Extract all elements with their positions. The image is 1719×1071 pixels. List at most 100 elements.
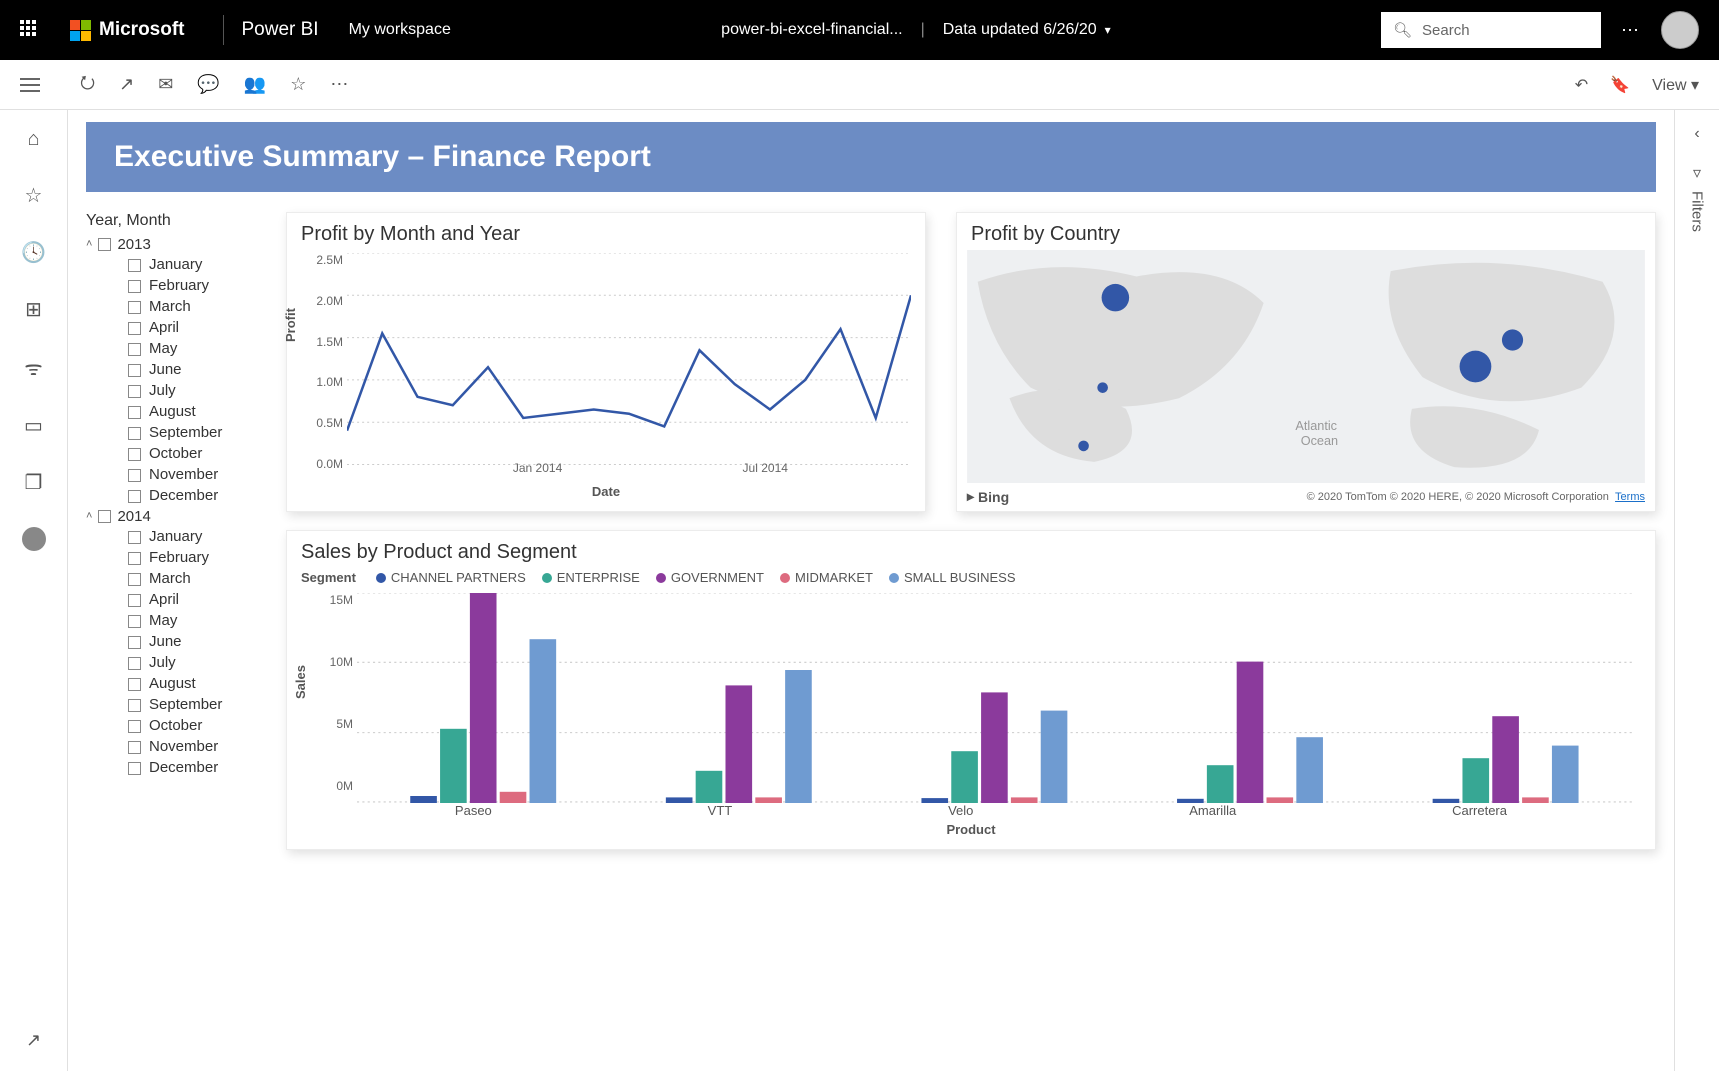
slicer-month[interactable]: January bbox=[128, 527, 271, 547]
month-label: February bbox=[149, 548, 209, 568]
slicer-month[interactable]: October bbox=[128, 444, 271, 464]
slicer-month[interactable]: December bbox=[128, 486, 271, 506]
slicer-month[interactable]: August bbox=[128, 674, 271, 694]
bookmark-icon[interactable]: 🔖 bbox=[1610, 75, 1630, 95]
checkbox[interactable] bbox=[128, 762, 141, 775]
home-icon[interactable]: ⌂ bbox=[27, 128, 39, 151]
share-icon[interactable]: ↗ bbox=[119, 74, 134, 95]
favorites-icon[interactable]: ☆ bbox=[25, 183, 43, 208]
more-icon[interactable]: ⋯ bbox=[330, 74, 348, 95]
slicer-month[interactable]: July bbox=[128, 381, 271, 401]
my-workspace-icon[interactable] bbox=[22, 527, 46, 551]
slicer-month[interactable]: April bbox=[128, 318, 271, 338]
slicer-month[interactable]: February bbox=[128, 548, 271, 568]
legend-item[interactable]: SMALL BUSINESS bbox=[889, 570, 1016, 585]
view-menu[interactable]: View ▾ bbox=[1652, 75, 1699, 95]
slicer-month[interactable]: January bbox=[128, 255, 271, 275]
slicer-month[interactable]: June bbox=[128, 632, 271, 652]
slicer-year[interactable]: ˄2013 bbox=[86, 236, 271, 253]
legend-item[interactable]: CHANNEL PARTNERS bbox=[376, 570, 526, 585]
slicer-month[interactable]: March bbox=[128, 569, 271, 589]
checkbox[interactable] bbox=[128, 490, 141, 503]
slicer-month[interactable]: October bbox=[128, 716, 271, 736]
shared-icon[interactable]: ᯤ bbox=[24, 354, 42, 381]
slicer-month[interactable]: August bbox=[128, 402, 271, 422]
checkbox[interactable] bbox=[128, 552, 141, 565]
checkbox[interactable] bbox=[128, 364, 141, 377]
report-canvas: Executive Summary – Finance Report Year,… bbox=[68, 110, 1674, 1071]
checkbox[interactable] bbox=[128, 448, 141, 461]
workspaces-icon[interactable]: ❐ bbox=[25, 470, 43, 495]
checkbox[interactable] bbox=[128, 699, 141, 712]
sales-by-product-chart[interactable]: Sales by Product and Segment Segment CHA… bbox=[286, 530, 1656, 850]
checkbox[interactable] bbox=[128, 594, 141, 607]
x-tick-label: Paseo bbox=[455, 803, 492, 818]
slicer-month[interactable]: July bbox=[128, 653, 271, 673]
x-axis-label: Date bbox=[287, 484, 925, 499]
month-label: July bbox=[149, 381, 176, 401]
slicer-month[interactable]: March bbox=[128, 297, 271, 317]
apps-icon[interactable]: ⊞ bbox=[25, 297, 42, 322]
date-slicer[interactable]: Year, Month ˄2013JanuaryFebruaryMarchApr… bbox=[86, 212, 271, 850]
checkbox[interactable] bbox=[128, 469, 141, 482]
checkbox[interactable] bbox=[128, 301, 141, 314]
teams-icon[interactable]: 👥 bbox=[244, 74, 266, 95]
profit-by-month-chart[interactable]: Profit by Month and Year Profit 2.5M2.0M… bbox=[286, 212, 926, 512]
product-brand[interactable]: Power BI bbox=[242, 19, 319, 41]
expand-icon[interactable]: ↗ bbox=[26, 1030, 41, 1051]
slicer-month[interactable]: September bbox=[128, 695, 271, 715]
profit-by-country-map[interactable]: Profit by Country Atlantic Ocean bbox=[956, 212, 1656, 512]
legend-item[interactable]: ENTERPRISE bbox=[542, 570, 640, 585]
report-name[interactable]: power-bi-excel-financial... bbox=[721, 21, 902, 39]
data-updated[interactable]: Data updated 6/26/20 ▾ bbox=[943, 21, 1111, 39]
slicer-month[interactable]: September bbox=[128, 423, 271, 443]
checkbox[interactable] bbox=[128, 406, 141, 419]
checkbox[interactable] bbox=[128, 741, 141, 754]
slicer-month[interactable]: December bbox=[128, 758, 271, 778]
month-label: June bbox=[149, 632, 182, 652]
checkbox[interactable] bbox=[128, 322, 141, 335]
comment-icon[interactable]: 💬 bbox=[197, 74, 219, 95]
avatar[interactable] bbox=[1661, 11, 1699, 49]
checkbox[interactable] bbox=[128, 636, 141, 649]
slicer-year[interactable]: ˄2014 bbox=[86, 508, 271, 525]
slicer-month[interactable]: November bbox=[128, 465, 271, 485]
slicer-month[interactable]: May bbox=[128, 339, 271, 359]
workspace-breadcrumb[interactable]: My workspace bbox=[349, 21, 451, 39]
recent-icon[interactable]: 🕓 bbox=[21, 240, 46, 265]
checkbox[interactable] bbox=[128, 657, 141, 670]
checkbox[interactable] bbox=[128, 385, 141, 398]
undo-icon[interactable]: ↶ bbox=[1575, 75, 1588, 95]
email-icon[interactable]: ✉ bbox=[158, 74, 173, 95]
slicer-month[interactable]: April bbox=[128, 590, 271, 610]
nav-toggle-icon[interactable] bbox=[20, 74, 40, 96]
legend-label: ENTERPRISE bbox=[557, 570, 640, 585]
checkbox[interactable] bbox=[128, 615, 141, 628]
checkbox[interactable] bbox=[98, 510, 111, 523]
more-options-icon[interactable]: ⋯ bbox=[1621, 20, 1641, 41]
slicer-month[interactable]: May bbox=[128, 611, 271, 631]
slicer-month[interactable]: February bbox=[128, 276, 271, 296]
checkbox[interactable] bbox=[128, 259, 141, 272]
terms-link[interactable]: Terms bbox=[1615, 491, 1645, 503]
filters-pane-collapsed[interactable]: ‹ ▿ Filters bbox=[1674, 110, 1719, 1071]
favorite-icon[interactable]: ☆ bbox=[290, 74, 306, 95]
checkbox[interactable] bbox=[128, 573, 141, 586]
checkbox[interactable] bbox=[128, 343, 141, 356]
checkbox[interactable] bbox=[128, 280, 141, 293]
app-launcher-icon[interactable] bbox=[20, 20, 40, 40]
checkbox[interactable] bbox=[128, 720, 141, 733]
slicer-month[interactable]: June bbox=[128, 360, 271, 380]
legend-item[interactable]: MIDMARKET bbox=[780, 570, 873, 585]
month-label: November bbox=[149, 465, 218, 485]
checkbox[interactable] bbox=[128, 531, 141, 544]
checkbox[interactable] bbox=[98, 238, 111, 251]
checkbox[interactable] bbox=[128, 427, 141, 440]
learn-icon[interactable]: ▭ bbox=[24, 413, 43, 438]
page-title: Executive Summary – Finance Report bbox=[86, 122, 1656, 192]
legend-item[interactable]: GOVERNMENT bbox=[656, 570, 764, 585]
search-input[interactable]: 🔍︎ Search bbox=[1381, 12, 1601, 48]
file-export-icon[interactable]: ⭮ bbox=[80, 70, 95, 100]
checkbox[interactable] bbox=[128, 678, 141, 691]
slicer-month[interactable]: November bbox=[128, 737, 271, 757]
